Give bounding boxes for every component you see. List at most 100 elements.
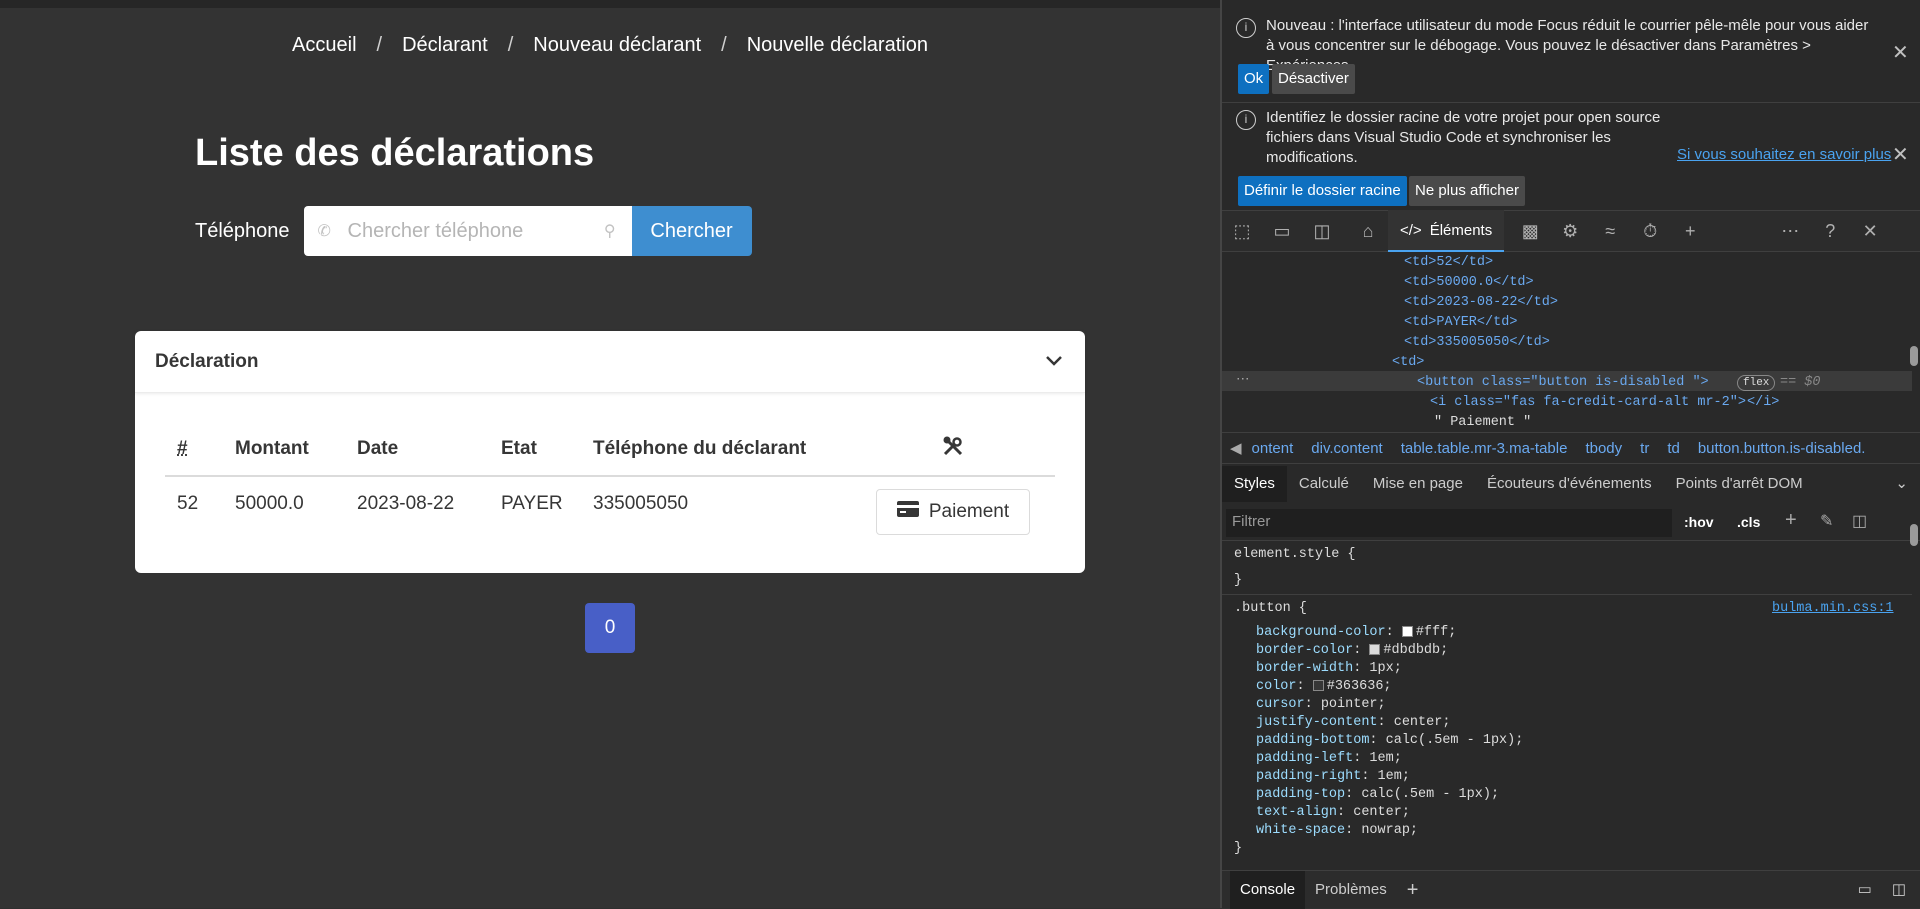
css-property-name: padding-right [1256, 769, 1362, 784]
element-style-selector[interactable]: element.style { [1234, 546, 1356, 564]
tab-console[interactable]: Console [1230, 870, 1306, 909]
close-icon[interactable]: ✕ [1892, 40, 1909, 65]
dock-drawer-icon[interactable]: ▭ [1848, 871, 1882, 909]
dom-crumb[interactable]: ontent [1252, 440, 1294, 457]
learn-more-link[interactable]: Si vous souhaitez en savoir plus [1677, 146, 1891, 163]
performance-icon[interactable]: ⏱ [1630, 221, 1670, 242]
breadcrumb-declarant[interactable]: Déclarant [402, 34, 488, 57]
dom-scrollbar[interactable] [1910, 346, 1918, 366]
breadcrumb-accueil[interactable]: Accueil [292, 34, 356, 57]
chevron-down-icon[interactable] [1045, 351, 1063, 372]
css-property-line[interactable]: text-align: center; [1256, 804, 1410, 822]
styles-filter-input[interactable]: Filtrer [1226, 509, 1672, 537]
dom-line[interactable]: <td>335005050</td> [1404, 333, 1550, 353]
declaration-card: Déclaration # Montant Date Etat Téléphon… [135, 331, 1085, 573]
dom-line-selected[interactable]: <button class="button is-disabled "> [1417, 373, 1709, 393]
dom-tree: <td>52</td> <td>50000.0</td> <td>2023-08… [1222, 253, 1912, 430]
add-rule-icon[interactable]: + [1785, 509, 1797, 532]
css-property-value: #fff; [1415, 625, 1457, 640]
subtab-computed[interactable]: Calculé [1287, 466, 1361, 502]
dom-line[interactable]: <td>PAYER</td> [1404, 313, 1517, 333]
css-property-line[interactable]: border-color: #dbdbdb; [1256, 642, 1448, 660]
card-header[interactable]: Déclaration [135, 331, 1085, 393]
more-icon[interactable]: ⋯ [1770, 221, 1810, 242]
sidebar-toggle-icon[interactable]: ◫ [1852, 511, 1867, 531]
css-property-value: 1em; [1377, 769, 1410, 784]
css-property-value: calc(.5em - 1px); [1361, 787, 1500, 802]
css-property-line[interactable]: padding-right: 1em; [1256, 768, 1410, 786]
dont-show-again-button[interactable]: Ne plus afficher [1409, 176, 1525, 206]
breadcrumb-nouvelle-declaration[interactable]: Nouvelle déclaration [747, 34, 928, 57]
button-rule-selector[interactable]: .button { [1234, 600, 1307, 618]
css-property-value: center; [1353, 805, 1410, 820]
paint-icon[interactable]: ✎ [1820, 511, 1833, 531]
hov-toggle[interactable]: :hov [1684, 514, 1714, 530]
dom-line[interactable]: <td>50000.0</td> [1404, 273, 1534, 293]
dom-crumb[interactable]: button.button.is-disabled. [1698, 440, 1866, 457]
css-property-line[interactable]: cursor: pointer; [1256, 696, 1386, 714]
help-icon[interactable]: ? [1810, 221, 1850, 242]
dom-crumb[interactable]: table.table.mr-3.ma-table [1401, 440, 1568, 457]
subtab-event-listeners[interactable]: Écouteurs d'événements [1475, 466, 1664, 502]
dom-crumb[interactable]: td [1667, 440, 1680, 457]
search-input[interactable] [347, 219, 588, 243]
web-app: Accueil / Déclarant / Nouveau déclarant / Nouv… [0, 0, 1220, 908]
dom-line[interactable]: <i class="fas fa-credit-card-alt mr-2"> [1430, 393, 1746, 413]
info-icon: i [1236, 18, 1256, 38]
css-property-line[interactable]: padding-left: 1em; [1256, 750, 1402, 768]
network-icon[interactable]: ≈ [1590, 221, 1630, 242]
subtab-styles[interactable]: Styles [1222, 466, 1287, 502]
pagination-current-page[interactable]: 0 [585, 603, 635, 653]
root-folder-notice-text: Identifiez le dossier racine de votre pr… [1266, 109, 1661, 166]
search-button[interactable]: Chercher [631, 206, 752, 256]
add-drawer-tab-icon[interactable]: + [1397, 871, 1429, 909]
home-icon[interactable]: ⌂ [1348, 221, 1388, 242]
define-root-folder-button[interactable]: Définir le dossier racine [1238, 176, 1407, 206]
console-icon[interactable]: ▩ [1510, 221, 1550, 242]
more-icon[interactable]: ⋯ [1236, 371, 1250, 391]
collapse-drawer-icon[interactable]: ◫ [1882, 871, 1920, 909]
crumbs-left-arrow-icon[interactable]: ◀ [1230, 439, 1242, 457]
flex-badge[interactable]: flex [1737, 375, 1776, 391]
dom-crumb[interactable]: div.content [1311, 440, 1382, 457]
css-property-line[interactable]: justify-content: center; [1256, 714, 1450, 732]
inspect-icon[interactable]: ⬚ [1222, 221, 1262, 242]
declarations-table: # Montant Date Etat Téléphone du déclara… [165, 427, 1055, 551]
dom-line[interactable]: <td>52</td> [1404, 253, 1493, 273]
stylesheet-source-link[interactable]: bulma.min.css:1 [1772, 600, 1894, 618]
color-swatch[interactable] [1369, 643, 1381, 655]
subtab-layout[interactable]: Mise en page [1361, 466, 1475, 502]
close-icon[interactable]: ✕ [1892, 142, 1909, 167]
css-property-line[interactable]: white-space: nowrap; [1256, 822, 1418, 840]
css-property-line[interactable]: padding-top: calc(.5em - 1px); [1256, 786, 1499, 804]
color-swatch[interactable] [1401, 625, 1413, 637]
close-devtools-icon[interactable]: ✕ [1850, 221, 1890, 242]
breadcrumb-nouveau-declarant[interactable]: Nouveau déclarant [533, 34, 701, 57]
device-emulation-icon[interactable]: ▭ [1262, 221, 1302, 242]
cls-toggle[interactable]: .cls [1737, 514, 1760, 530]
css-property-line[interactable]: padding-bottom: calc(.5em - 1px); [1256, 732, 1523, 750]
desactiver-button[interactable]: Désactiver [1272, 64, 1355, 94]
dom-crumb[interactable]: tr [1640, 440, 1649, 457]
devtools-toolbar: ⬚ ▭ ◫ ⌂ </> Éléments ▩ ⚙ ≈ ⏱ + ⋯ ? ✕ [1222, 210, 1920, 252]
table-row: 52 50000.0 2023-08-22 PAYER 335005050 Pa… [165, 476, 1055, 551]
tab-elements[interactable]: </> Éléments [1388, 210, 1505, 252]
subtab-dom-breakpoints[interactable]: Points d'arrêt DOM [1664, 466, 1815, 502]
paiement-button[interactable]: Paiement [875, 489, 1031, 535]
css-property-line[interactable]: background-color: #fff; [1256, 624, 1456, 642]
dom-line[interactable]: <td>2023-08-22</td> [1404, 293, 1558, 313]
dom-crumb[interactable]: tbody [1585, 440, 1622, 457]
column-header-date: Date [345, 427, 489, 477]
ok-button[interactable]: Ok [1238, 64, 1270, 94]
dom-text-node[interactable]: " Paiement " [1434, 413, 1531, 433]
css-property-line[interactable]: color: #363636; [1256, 678, 1392, 696]
add-tab-icon[interactable]: + [1670, 221, 1710, 242]
color-swatch[interactable] [1312, 679, 1324, 691]
css-property-line[interactable]: border-width: 1px; [1256, 660, 1402, 678]
dom-line[interactable]: <td> [1392, 353, 1424, 373]
chevron-down-icon[interactable]: ⌄ [1883, 466, 1920, 502]
styles-scrollbar[interactable] [1910, 524, 1918, 546]
tab-problems[interactable]: Problèmes [1305, 871, 1397, 909]
bug-icon[interactable]: ⚙ [1550, 221, 1590, 242]
dock-icon[interactable]: ◫ [1302, 221, 1342, 242]
